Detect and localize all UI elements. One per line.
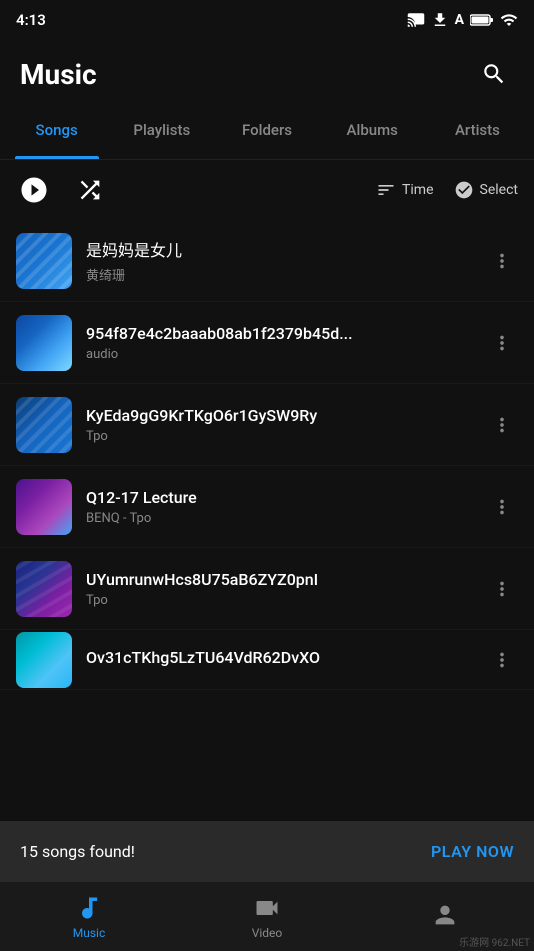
tab-folders[interactable]: Folders [214,107,319,159]
song-artist: BENQ - Tpo [86,511,486,526]
list-item[interactable]: KyEda9gG9KrTKgO6r1GySW9Ry Tpo [0,384,534,466]
song-artist: audio [86,347,486,362]
search-icon [481,61,507,87]
nav-item-video[interactable]: Video [178,882,356,951]
song-menu-button[interactable] [486,644,518,676]
album-art [16,479,72,535]
more-vert-icon [491,414,513,436]
battery-icon [470,11,494,29]
song-artist: Tpo [86,429,486,444]
music-nav-icon [75,894,103,922]
video-nav-label: Video [252,926,283,940]
play-circle-icon [19,175,49,205]
song-info: 954f87e4c2baaab08ab1f2379b45d... audio [86,324,486,362]
more-nav-icon [431,901,459,929]
song-info: Ov31cTKhg5LzTU64VdR62DvXO [86,648,486,671]
select-label: Select [480,182,518,198]
sort-label: Time [402,182,433,198]
shuffle-button[interactable] [72,172,108,208]
song-artist: 黄绮珊 [86,265,486,284]
song-title: 954f87e4c2baaab08ab1f2379b45d... [86,324,486,343]
song-menu-button[interactable] [486,573,518,605]
notification-text: 15 songs found! [20,842,135,861]
cast-icon [407,11,425,29]
toolbar-right: Time Select [376,180,518,200]
wifi-icon [500,11,518,29]
song-title: UYumrunwHcs8U75aB6ZYZ0pnI [86,570,486,589]
song-menu-button[interactable] [486,245,518,277]
video-nav-icon [253,894,281,922]
more-vert-icon [491,250,513,272]
select-icon [454,180,474,200]
nav-item-music[interactable]: Music [0,882,178,951]
select-button[interactable]: Select [454,180,518,200]
bottom-nav: Music Video [0,881,534,951]
app-title: Music [20,58,97,91]
app-header: Music [0,40,534,108]
search-button[interactable] [474,54,514,94]
download-icon [431,11,449,29]
music-nav-label: Music [73,926,105,940]
more-vert-icon [491,332,513,354]
sort-icon [376,180,396,200]
content-area: 是妈妈是女儿 黄绮珊 954f87e4c2baaab08ab1f2379b45d… [0,220,534,881]
shuffle-icon [76,176,104,204]
song-menu-button[interactable] [486,491,518,523]
more-vert-icon [491,649,513,671]
song-info: KyEda9gG9KrTKgO6r1GySW9Ry Tpo [86,406,486,444]
song-title: 是妈妈是女儿 [86,237,486,261]
more-vert-icon [491,496,513,518]
song-menu-button[interactable] [486,409,518,441]
album-art [16,397,72,453]
tab-artists[interactable]: Artists [425,107,530,159]
song-info: 是妈妈是女儿 黄绮珊 [86,237,486,284]
toolbar: Time Select [0,160,534,220]
tab-bar: Songs Playlists Folders Albums Artists [0,108,534,160]
song-menu-button[interactable] [486,327,518,359]
song-list: 是妈妈是女儿 黄绮珊 954f87e4c2baaab08ab1f2379b45d… [0,220,534,690]
song-artist: Tpo [86,593,486,608]
list-item[interactable]: 954f87e4c2baaab08ab1f2379b45d... audio [0,302,534,384]
tab-playlists[interactable]: Playlists [109,107,214,159]
play-now-button[interactable]: PLAY NOW [431,842,514,861]
list-item[interactable]: UYumrunwHcs8U75aB6ZYZ0pnI Tpo [0,548,534,630]
album-art [16,315,72,371]
album-art [16,561,72,617]
song-title: Ov31cTKhg5LzTU64VdR62DvXO [86,648,486,667]
watermark: 乐游网 962.NET [459,934,530,949]
song-info: UYumrunwHcs8U75aB6ZYZ0pnI Tpo [86,570,486,608]
album-art [16,632,72,688]
album-art [16,233,72,289]
song-title: Q12-17 Lecture [86,488,486,507]
status-icons: A [407,11,518,29]
sort-button[interactable]: Time [376,180,433,200]
status-bar: 4:13 A [0,0,534,40]
more-vert-icon [491,578,513,600]
list-item[interactable]: Ov31cTKhg5LzTU64VdR62DvXO [0,630,534,690]
play-all-button[interactable] [16,172,52,208]
tab-albums[interactable]: Albums [320,107,425,159]
tab-songs[interactable]: Songs [4,107,109,159]
list-item[interactable]: Q12-17 Lecture BENQ - Tpo [0,466,534,548]
song-info: Q12-17 Lecture BENQ - Tpo [86,488,486,526]
toolbar-left [16,172,376,208]
song-title: KyEda9gG9KrTKgO6r1GySW9Ry [86,406,486,425]
status-time: 4:13 [16,11,46,29]
notification-bar: 15 songs found! PLAY NOW [0,821,534,881]
list-item[interactable]: 是妈妈是女儿 黄绮珊 [0,220,534,302]
a-icon: A [455,12,464,28]
